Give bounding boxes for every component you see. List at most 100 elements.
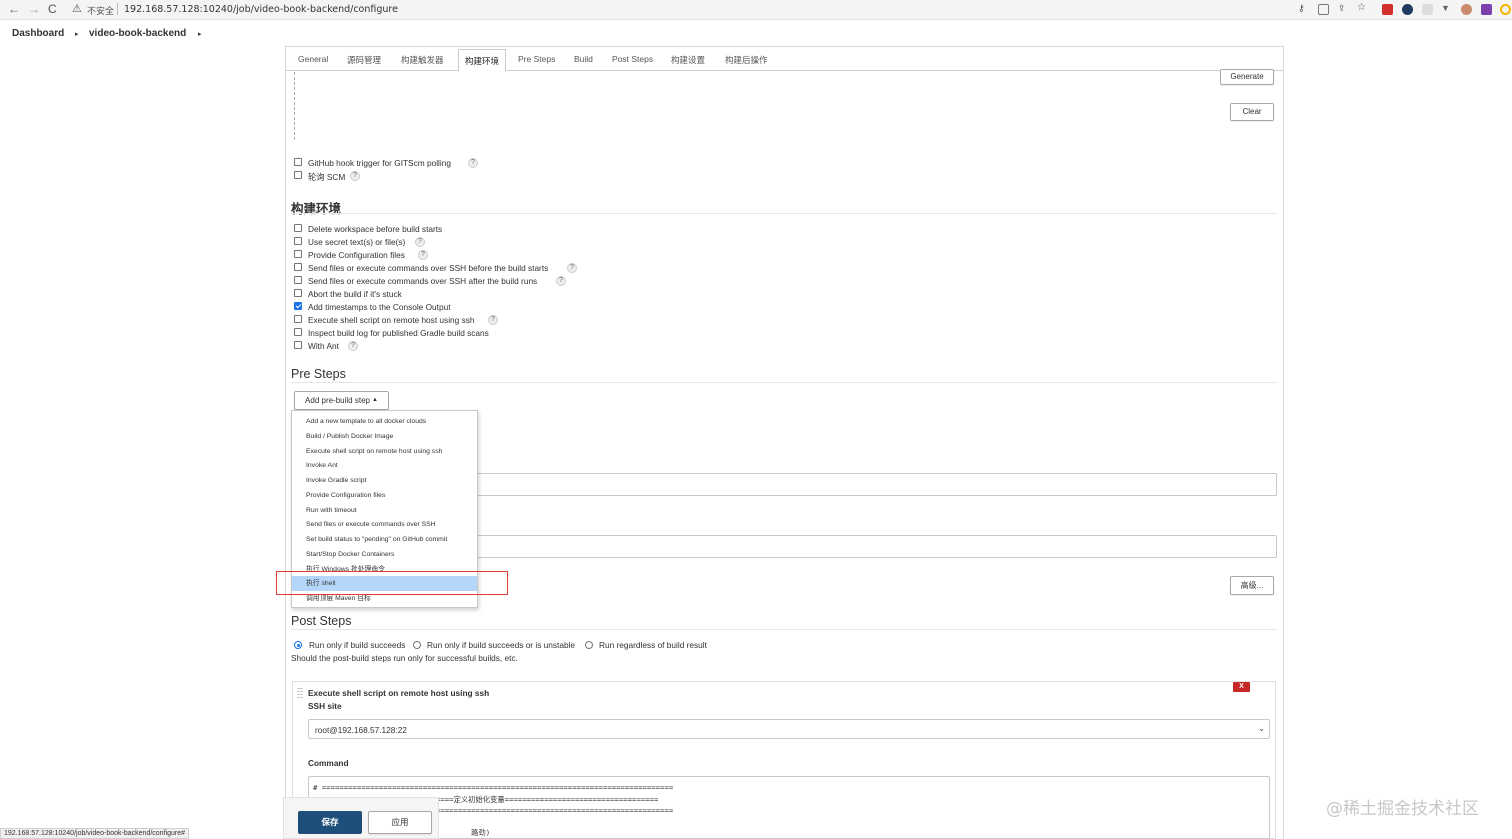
build-env-checkbox[interactable] xyxy=(294,276,302,284)
build-env-checkbox[interactable] xyxy=(294,315,302,323)
generate-button[interactable]: Generate xyxy=(1220,69,1274,85)
help-icon[interactable]: ? xyxy=(567,263,577,273)
annotation-highlight-box xyxy=(276,571,508,595)
help-icon[interactable]: ? xyxy=(488,315,498,325)
tab-post-build-actions[interactable]: 构建后操作 xyxy=(725,54,768,66)
menu-item[interactable]: Set build status to "pending" on GitHub … xyxy=(292,532,477,547)
post-steps-title: Post Steps xyxy=(291,614,352,628)
address-bar[interactable]: 192.168.57.128:10240/job/video-book-back… xyxy=(124,4,398,15)
forward-icon[interactable]: → xyxy=(28,2,40,16)
extension-ring-icon[interactable] xyxy=(1500,4,1511,15)
extension-check-icon[interactable] xyxy=(1402,4,1413,15)
help-icon[interactable]: ? xyxy=(348,341,358,351)
breadcrumb-dashboard[interactable]: Dashboard xyxy=(12,28,64,39)
menu-item[interactable]: Run with timeout xyxy=(292,503,477,518)
build-env-title: 构建环境 xyxy=(291,202,342,216)
tab-build-triggers[interactable]: 构建触发器 xyxy=(401,54,444,66)
menu-item[interactable]: Invoke Gradle script xyxy=(292,473,477,488)
menu-item[interactable]: Invoke Ant xyxy=(292,458,477,473)
help-icon[interactable]: ? xyxy=(350,171,360,181)
help-icon[interactable]: ? xyxy=(556,276,566,286)
tab-build-environment[interactable]: 构建环境 xyxy=(458,49,507,72)
build-env-checkbox[interactable] xyxy=(294,341,302,349)
key-icon[interactable]: ⚷ xyxy=(1298,3,1309,14)
tab-pre-steps[interactable]: Pre Steps xyxy=(518,54,555,64)
build-env-option-label: Use secret text(s) or file(s) xyxy=(308,237,406,247)
menu-item[interactable]: Send files or execute commands over SSH xyxy=(292,517,477,532)
apply-button[interactable]: 应用 xyxy=(368,811,432,834)
post-step-title: Execute shell script on remote host usin… xyxy=(308,688,490,698)
build-env-option-label: Abort the build if it's stuck xyxy=(308,289,402,299)
translate-icon[interactable] xyxy=(1318,4,1329,15)
build-env-option-label: With Ant xyxy=(308,341,339,351)
build-env-checkbox[interactable] xyxy=(294,263,302,271)
breadcrumb: Dashboard ▸ video-book-backend ▸ xyxy=(0,22,1512,46)
help-icon[interactable]: ? xyxy=(415,237,425,247)
build-env-option-label: Add timestamps to the Console Output xyxy=(308,302,451,312)
hidden-text-input[interactable] xyxy=(470,473,1277,496)
tab-build-settings[interactable]: 构建设置 xyxy=(671,54,705,66)
chevron-down-icon: ⌄ xyxy=(1258,724,1265,733)
extension-purple-icon[interactable] xyxy=(1481,4,1492,15)
radio-succeeds-or-unstable[interactable] xyxy=(413,641,421,649)
config-tabs: General 源码管理 构建触发器 构建环境 Pre Steps Build … xyxy=(286,47,1283,72)
hidden-text-input[interactable] xyxy=(470,535,1277,558)
breadcrumb-job[interactable]: video-book-backend xyxy=(89,28,186,39)
extension-filter-icon[interactable]: ▼ xyxy=(1441,3,1452,14)
breadcrumb-separator-icon[interactable]: ▸ xyxy=(75,30,79,38)
menu-item[interactable]: Execute shell script on remote host usin… xyxy=(292,444,477,459)
github-hook-checkbox[interactable] xyxy=(294,158,302,166)
build-env-checkbox[interactable] xyxy=(294,250,302,258)
ssh-site-select[interactable]: root@192.168.57.128:22 ⌄ xyxy=(308,719,1270,739)
add-pre-build-step-button[interactable]: Add pre-build step ▲ xyxy=(294,391,389,410)
build-env-option-label: Provide Configuration files xyxy=(308,250,405,260)
help-icon[interactable]: ? xyxy=(468,158,478,168)
extension-grey-icon[interactable] xyxy=(1422,4,1433,15)
security-label[interactable]: 不安全 xyxy=(87,4,114,17)
warning-icon[interactable]: ⚠ xyxy=(72,2,82,15)
menu-item[interactable]: Build / Publish Docker Image xyxy=(292,429,477,444)
build-env-checkbox[interactable] xyxy=(294,237,302,245)
radio-build-succeeds-label: Run only if build succeeds xyxy=(309,640,406,650)
radio-regardless-label: Run regardless of build result xyxy=(599,640,707,650)
star-icon[interactable]: ☆ xyxy=(1357,2,1368,13)
back-icon[interactable]: ← xyxy=(8,2,20,16)
github-hook-label: GitHub hook trigger for GITScm polling xyxy=(308,158,451,168)
tab-general[interactable]: General xyxy=(298,54,328,64)
build-env-checkbox[interactable] xyxy=(294,289,302,297)
poll-scm-checkbox[interactable] xyxy=(294,171,302,179)
radio-build-succeeds[interactable] xyxy=(294,641,302,649)
command-line: # ======================================… xyxy=(313,783,674,792)
watermark: @稀土掘金技术社区 xyxy=(1326,799,1479,819)
extension-avatar-icon[interactable] xyxy=(1461,4,1472,15)
build-env-checkbox[interactable] xyxy=(294,224,302,232)
save-bar: 保存 应用 xyxy=(283,797,439,839)
build-env-checkbox[interactable] xyxy=(294,302,302,310)
reload-icon[interactable]: C xyxy=(48,2,57,16)
tab-scm[interactable]: 源码管理 xyxy=(347,54,381,66)
radio-regardless[interactable] xyxy=(585,641,593,649)
clear-button[interactable]: Clear xyxy=(1230,103,1274,121)
build-env-checkbox[interactable] xyxy=(294,328,302,336)
build-env-option-label: Send files or execute commands over SSH … xyxy=(308,263,549,273)
build-env-option-label: Execute shell script on remote host usin… xyxy=(308,315,475,325)
menu-item[interactable]: Start/Stop Docker Containers xyxy=(292,547,477,562)
section-divider xyxy=(291,382,1277,383)
delete-step-button[interactable]: X xyxy=(1233,682,1250,692)
tab-build[interactable]: Build xyxy=(574,54,593,64)
breadcrumb-job-menu-icon[interactable]: ▸ xyxy=(198,30,202,38)
menu-item[interactable]: Add a new template to all docker clouds xyxy=(292,414,477,429)
tab-post-steps[interactable]: Post Steps xyxy=(612,54,653,64)
help-icon[interactable]: ? xyxy=(418,250,428,260)
advanced-button[interactable]: 高级... xyxy=(1230,576,1274,595)
share-icon[interactable]: ⇪ xyxy=(1338,3,1349,14)
save-button[interactable]: 保存 xyxy=(298,811,362,834)
post-steps-description: Should the post-build steps run only for… xyxy=(291,653,518,663)
extension-red-icon[interactable] xyxy=(1382,4,1393,15)
menu-item[interactable]: Provide Configuration files xyxy=(292,488,477,503)
build-env-option-label: Send files or execute commands over SSH … xyxy=(308,276,538,286)
command-textarea[interactable]: # ======================================… xyxy=(308,776,1270,839)
browser-toolbar: ← → C ⚠ 不安全 192.168.57.128:10240/job/vid… xyxy=(0,0,1512,20)
drag-handle-icon[interactable] xyxy=(297,688,303,700)
build-env-option-label: Inspect build log for published Gradle b… xyxy=(308,328,489,338)
